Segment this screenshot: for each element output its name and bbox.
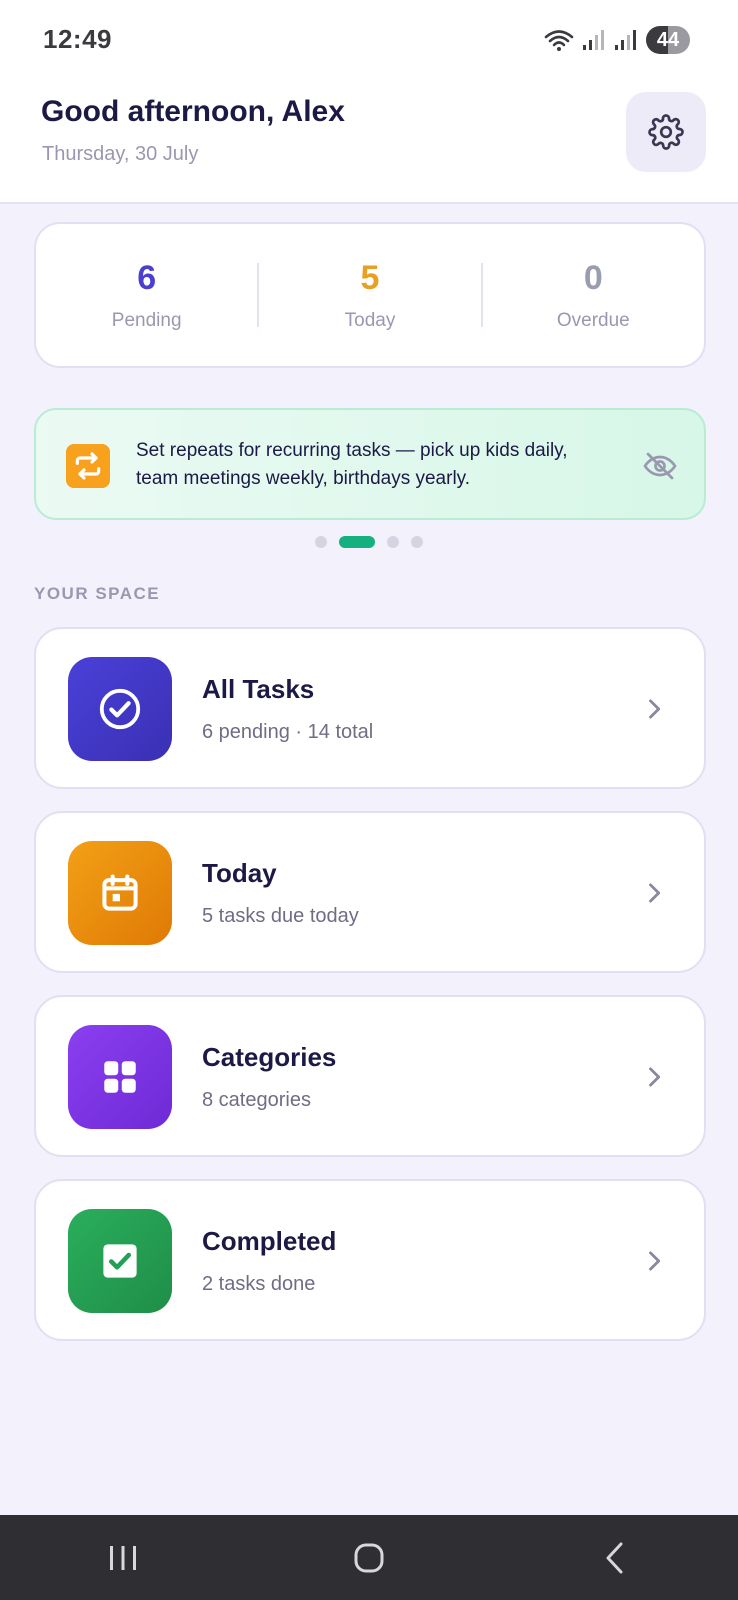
stat-value: 6 bbox=[137, 259, 157, 297]
signal-icon bbox=[583, 30, 604, 50]
eye-off-icon bbox=[643, 452, 677, 480]
nav-subtitle: 5 tasks due today bbox=[202, 905, 359, 927]
grid-icon bbox=[68, 1025, 172, 1129]
nav-title: Categories bbox=[202, 1042, 337, 1072]
nav-card-completed[interactable]: Completed 2 tasks done bbox=[34, 1179, 706, 1341]
repeat-icon bbox=[66, 444, 110, 488]
tip-banner[interactable]: Set repeats for recurring tasks — pick u… bbox=[34, 408, 706, 520]
tip-text: Set repeats for recurring tasks — pick u… bbox=[136, 440, 568, 489]
nav-title: Completed bbox=[202, 1226, 337, 1256]
nav-card-today[interactable]: Today 5 tasks due today bbox=[34, 811, 706, 973]
back-button[interactable] bbox=[575, 1528, 655, 1588]
system-nav-bar bbox=[0, 1515, 738, 1600]
chevron-right-icon bbox=[649, 1067, 661, 1087]
check-circle-icon bbox=[68, 657, 172, 761]
nav-subtitle: 2 tasks done bbox=[202, 1273, 316, 1295]
stat-value: 5 bbox=[360, 259, 380, 297]
recent-apps-button[interactable] bbox=[83, 1528, 163, 1588]
nav-subtitle: 6 pending · 14 total bbox=[202, 721, 374, 743]
stat-overdue[interactable]: 0 Overdue bbox=[483, 258, 704, 332]
app-header: 12:49 44 Good afternoon, Alex Thursday, … bbox=[0, 0, 738, 204]
stat-label: Overdue bbox=[556, 310, 630, 331]
status-time: 12:49 bbox=[43, 24, 112, 54]
status-bar: 12:49 44 bbox=[0, 0, 738, 80]
signal-icon bbox=[615, 30, 636, 50]
date-subtitle: Thursday, 30 July bbox=[42, 143, 199, 165]
recent-apps-icon bbox=[110, 1545, 136, 1570]
wifi-icon bbox=[544, 30, 574, 51]
hide-tip-button[interactable] bbox=[642, 448, 678, 484]
settings-button[interactable] bbox=[626, 92, 706, 172]
stat-label: Today bbox=[344, 310, 396, 331]
checkbox-icon bbox=[68, 1209, 172, 1313]
nav-subtitle: 8 categories bbox=[202, 1089, 311, 1111]
nav-title: All Tasks bbox=[202, 674, 315, 704]
home-icon bbox=[354, 1543, 384, 1572]
nav-title: Today bbox=[202, 858, 277, 888]
section-title: YOUR SPACE bbox=[34, 584, 161, 603]
stat-label: Pending bbox=[111, 310, 182, 331]
pager-dot[interactable] bbox=[411, 536, 423, 548]
home-button[interactable] bbox=[329, 1528, 409, 1588]
pager-dot[interactable] bbox=[387, 536, 399, 548]
stat-today[interactable]: 5 Today bbox=[259, 258, 480, 332]
chevron-right-icon bbox=[649, 1251, 661, 1271]
stats-card: 6 Pending 5 Today 0 Overdue bbox=[34, 222, 706, 368]
chevron-right-icon bbox=[649, 883, 661, 903]
back-icon bbox=[606, 1542, 623, 1573]
pager-dot[interactable] bbox=[315, 536, 327, 548]
nav-card-categories[interactable]: Categories 8 categories bbox=[34, 995, 706, 1157]
stat-value: 0 bbox=[583, 259, 603, 297]
calendar-icon bbox=[68, 841, 172, 945]
greeting-title: Good afternoon, Alex bbox=[41, 95, 345, 128]
battery-indicator: 44 bbox=[646, 26, 690, 54]
gear-icon bbox=[648, 114, 684, 150]
stat-pending[interactable]: 6 Pending bbox=[36, 258, 257, 332]
nav-card-all-tasks[interactable]: All Tasks 6 pending · 14 total bbox=[34, 627, 706, 789]
status-icons: 44 bbox=[544, 26, 690, 54]
chevron-right-icon bbox=[649, 699, 661, 719]
pager-dot-active[interactable] bbox=[339, 536, 375, 548]
tip-pager bbox=[0, 536, 738, 548]
